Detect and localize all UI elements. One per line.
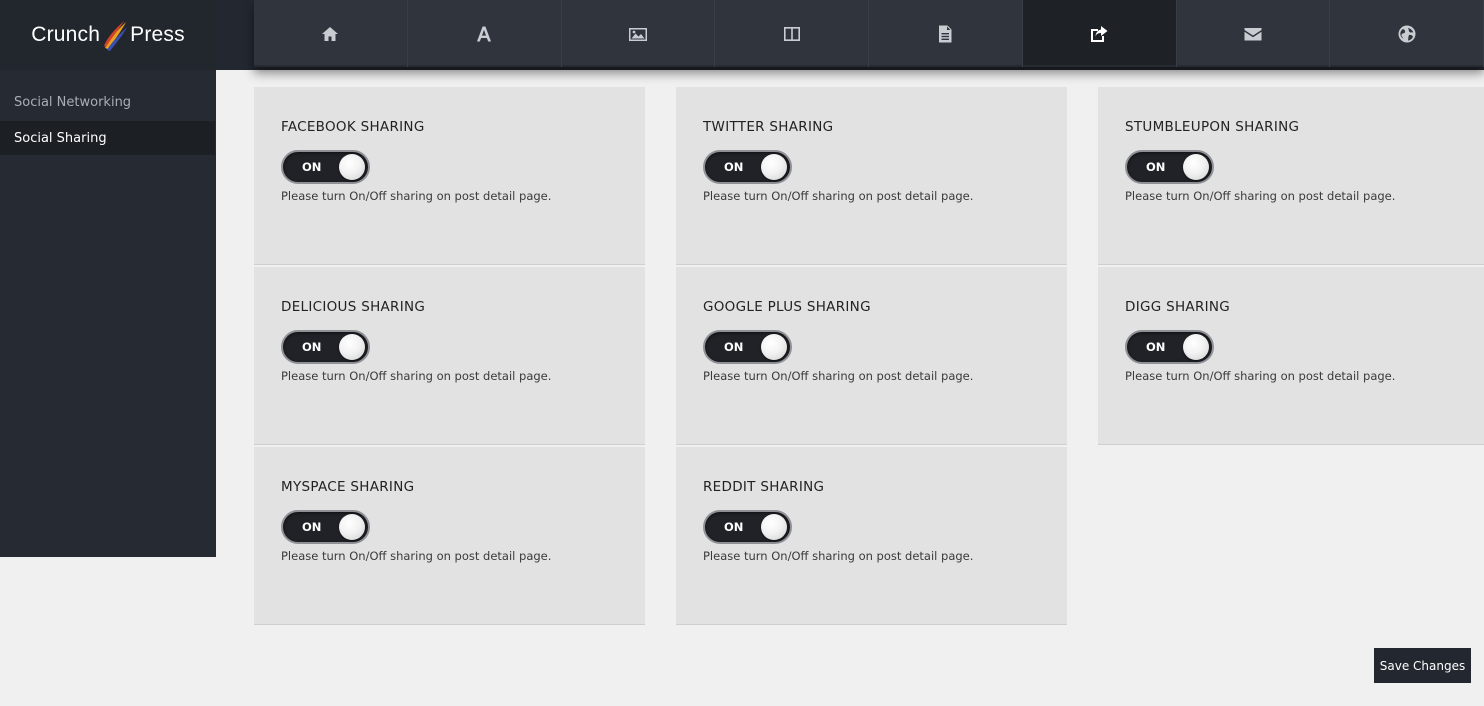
toggle-knob (761, 154, 787, 180)
digg-sharing-toggle[interactable]: ON (1125, 330, 1214, 364)
toggle-state-label: ON (1146, 160, 1166, 174)
card-title: DELICIOUS SHARING (281, 299, 426, 315)
twitter-sharing-toggle[interactable]: ON (703, 150, 792, 184)
google-plus-sharing-toggle[interactable]: ON (703, 330, 792, 364)
facebook-sharing-toggle[interactable]: ON (281, 150, 370, 184)
envelope-icon (1244, 27, 1262, 40)
toggle-state-label: ON (1146, 340, 1166, 354)
card-title: TWITTER SHARING (703, 119, 834, 135)
card-description: Please turn On/Off sharing on post detai… (703, 189, 974, 203)
card-description: Please turn On/Off sharing on post detai… (281, 189, 552, 203)
tab-language[interactable] (1330, 0, 1484, 67)
tab-social-sharing[interactable] (1022, 0, 1177, 67)
layout-columns-icon (783, 26, 800, 41)
toggle-knob (1183, 154, 1209, 180)
reddit-sharing-toggle[interactable]: ON (703, 510, 792, 544)
card-title: REDDIT SHARING (703, 479, 825, 495)
typography-icon (477, 26, 492, 41)
card-description: Please turn On/Off sharing on post detai… (281, 549, 552, 563)
myspace-sharing-card: MYSPACE SHARING ON Please turn On/Off sh… (254, 447, 645, 625)
app-logo[interactable]: Crunch Press (0, 0, 216, 70)
card-description: Please turn On/Off sharing on post detai… (703, 549, 974, 563)
card-title: DIGG SHARING (1125, 299, 1231, 315)
logo-text-right: Press (130, 23, 185, 46)
image-icon (628, 27, 647, 41)
stumbleupon-sharing-toggle[interactable]: ON (1125, 150, 1214, 184)
delicious-sharing-card: DELICIOUS SHARING ON Please turn On/Off … (254, 267, 645, 445)
tab-pages[interactable] (869, 0, 1023, 67)
myspace-sharing-toggle[interactable]: ON (281, 510, 370, 544)
card-description: Please turn On/Off sharing on post detai… (1125, 189, 1396, 203)
document-icon (939, 25, 952, 42)
logo-text-left: Crunch (31, 23, 101, 46)
card-description: Please turn On/Off sharing on post detai… (703, 369, 974, 383)
toggle-state-label: ON (724, 520, 744, 534)
toggle-knob (761, 334, 787, 360)
toggle-state-label: ON (724, 340, 744, 354)
stumbleupon-sharing-card: STUMBLEUPON SHARING ON Please turn On/Of… (1098, 87, 1484, 265)
tab-images[interactable] (561, 0, 716, 67)
toggle-knob (761, 514, 787, 540)
toggle-state-label: ON (302, 520, 322, 534)
digg-sharing-card: DIGG SHARING ON Please turn On/Off shari… (1098, 267, 1484, 445)
logo-flame-icon (104, 21, 128, 51)
twitter-sharing-card: TWITTER SHARING ON Please turn On/Off sh… (676, 87, 1067, 265)
tab-layout[interactable] (715, 0, 869, 67)
top-bar: Crunch Press (0, 0, 1484, 70)
card-description: Please turn On/Off sharing on post detai… (1125, 369, 1396, 383)
sidebar-item-social-networking[interactable]: Social Networking (0, 85, 216, 119)
tab-home[interactable] (254, 0, 408, 67)
home-icon (322, 26, 339, 41)
toggle-knob (339, 334, 365, 360)
card-title: FACEBOOK SHARING (281, 119, 425, 135)
sidebar-item-social-sharing[interactable]: Social Sharing (0, 121, 215, 155)
card-title: GOOGLE PLUS SHARING (703, 299, 871, 315)
globe-icon (1398, 25, 1416, 42)
google-plus-sharing-card: GOOGLE PLUS SHARING ON Please turn On/Of… (676, 267, 1067, 445)
toggle-state-label: ON (302, 340, 322, 354)
tab-email[interactable] (1176, 0, 1331, 67)
toggle-state-label: ON (302, 160, 322, 174)
toggle-state-label: ON (724, 160, 744, 174)
main-nav-tabs (254, 0, 1484, 67)
card-title: MYSPACE SHARING (281, 479, 415, 495)
tab-typography[interactable] (407, 0, 562, 67)
card-title: STUMBLEUPON SHARING (1125, 119, 1300, 135)
facebook-sharing-card: FACEBOOK SHARING ON Please turn On/Off s… (254, 87, 645, 265)
toggle-knob (339, 154, 365, 180)
reddit-sharing-card: REDDIT SHARING ON Please turn On/Off sha… (676, 447, 1067, 625)
card-description: Please turn On/Off sharing on post detai… (281, 369, 552, 383)
share-icon (1091, 25, 1108, 42)
save-changes-button[interactable]: Save Changes (1374, 648, 1471, 683)
delicious-sharing-toggle[interactable]: ON (281, 330, 370, 364)
sidebar: Social Networking Social Sharing (0, 70, 216, 557)
toggle-knob (1183, 334, 1209, 360)
toggle-knob (339, 514, 365, 540)
